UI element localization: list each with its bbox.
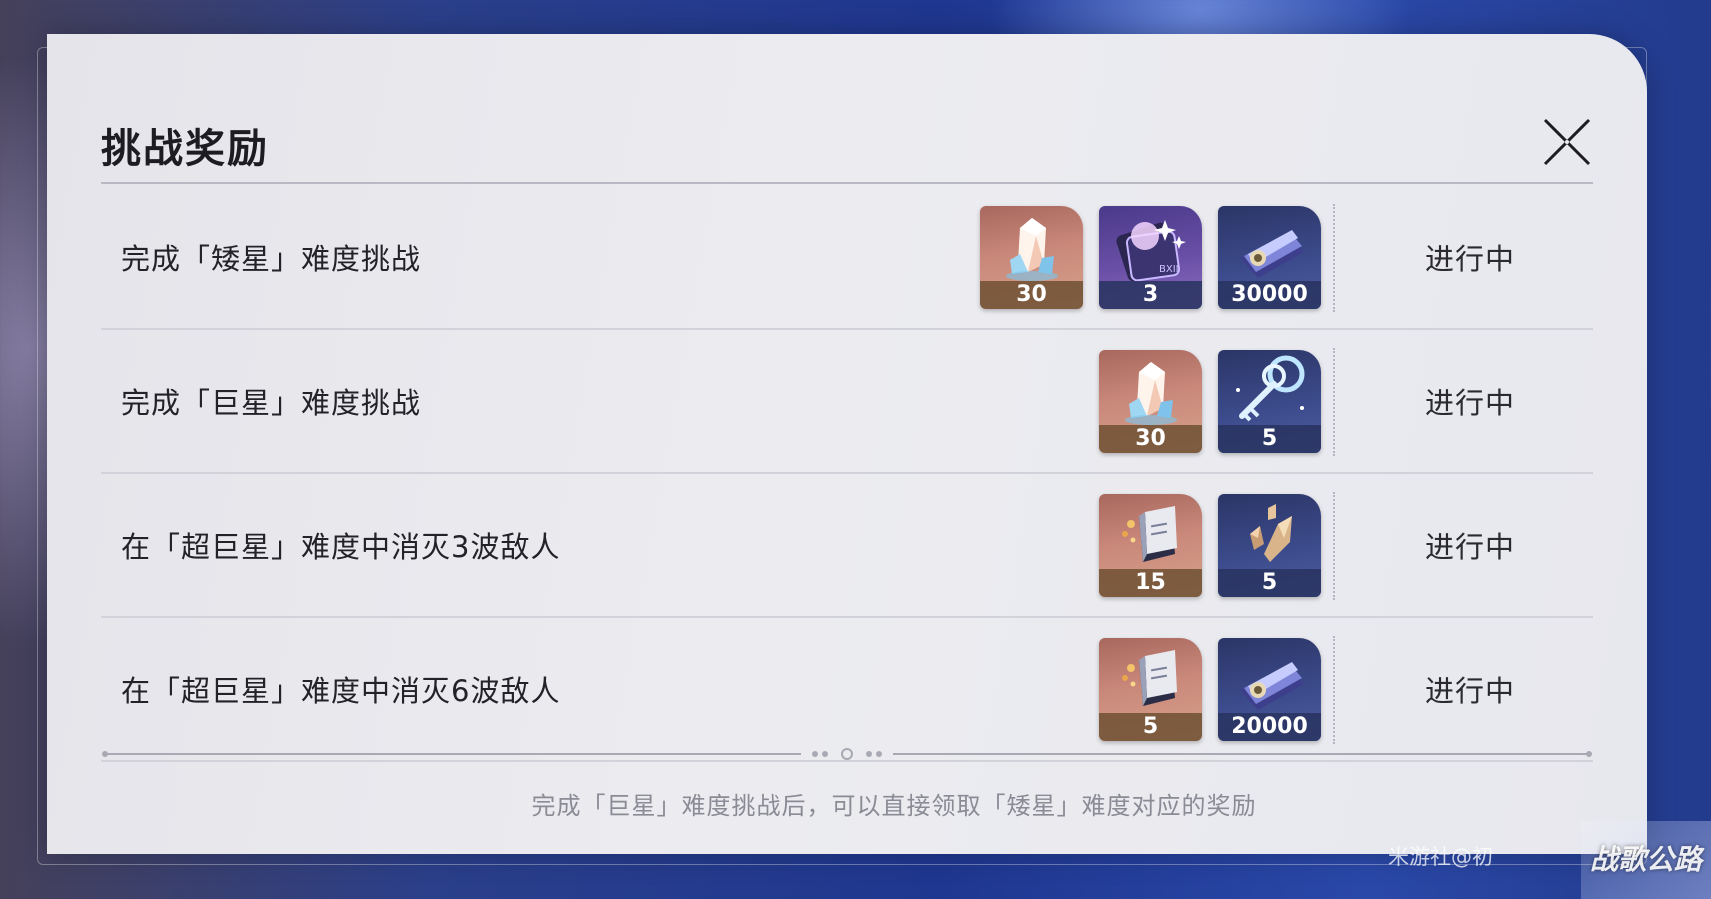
- credit-card-icon: [1240, 230, 1304, 278]
- reward-item[interactable]: BXII 3: [1099, 206, 1202, 309]
- reward-quantity: 5: [1218, 569, 1321, 597]
- watermark-text: 米游社@初: [1388, 845, 1493, 869]
- reward-note: 完成「巨星」难度挑战后，可以直接领取「矮星」难度对应的奖励: [531, 792, 1257, 820]
- status-text: 进行中: [1424, 674, 1515, 708]
- reward-item[interactable]: 30: [1099, 350, 1202, 453]
- challenge-row: 在「超巨星」难度中消灭6波敌人 20000 5 进行中: [101, 618, 1593, 762]
- starlight-pass-icon: BXII: [1116, 220, 1186, 282]
- reward-quantity: 5: [1099, 713, 1202, 741]
- manual-book-icon: [1122, 506, 1177, 562]
- reward-item[interactable]: 5: [1218, 350, 1321, 453]
- challenge-row: 完成「矮星」难度挑战 30000 BXII 3 30 进行中: [101, 186, 1593, 330]
- reward-item[interactable]: 30: [980, 206, 1083, 309]
- row-separator: [1333, 636, 1335, 744]
- reward-items: 30000 BXII 3 30: [980, 206, 1321, 310]
- corner-logo: 战歌公路: [1581, 821, 1711, 899]
- reward-item[interactable]: 15: [1099, 494, 1202, 597]
- challenge-label: 在「超巨星」难度中消灭3波敌人: [121, 530, 561, 564]
- row-separator: [1333, 492, 1335, 600]
- dialog-title: 挑战奖励: [101, 126, 269, 172]
- credit-card-icon: [1240, 662, 1304, 710]
- dialog-header: 挑战奖励: [101, 84, 1593, 184]
- challenge-label: 在「超巨星」难度中消灭6波敌人: [121, 674, 561, 708]
- reward-items: 20000 5: [1099, 638, 1321, 742]
- challenge-rewards-dialog: 挑战奖励 完成「矮星」难度挑战 30000 BXII 3 30 进行中 完成「巨星」难…: [47, 34, 1647, 854]
- reward-quantity: 20000: [1218, 713, 1321, 741]
- reward-quantity: 3: [1099, 281, 1202, 309]
- status-text: 进行中: [1424, 242, 1515, 276]
- bottom-divider-ornament: [102, 748, 1592, 760]
- close-button[interactable]: [1541, 116, 1593, 168]
- reward-item[interactable]: 5: [1099, 638, 1202, 741]
- reward-quantity: 15: [1099, 569, 1202, 597]
- status-text: 进行中: [1424, 530, 1515, 564]
- reward-item[interactable]: 20000: [1218, 638, 1321, 741]
- reward-item[interactable]: 30000: [1218, 206, 1321, 309]
- reward-quantity: 30: [1099, 425, 1202, 453]
- challenge-label: 完成「巨星」难度挑战: [121, 386, 422, 420]
- challenge-label: 完成「矮星」难度挑战: [121, 242, 422, 276]
- manual-book-icon: [1122, 650, 1177, 706]
- reward-items: 5 15: [1099, 494, 1321, 598]
- crystal-icon: [1125, 362, 1177, 425]
- close-icon: [1543, 118, 1591, 166]
- row-separator: [1333, 348, 1335, 456]
- reward-items: 5 30: [1099, 350, 1321, 454]
- reward-quantity: 5: [1218, 425, 1321, 453]
- reward-item[interactable]: 5: [1218, 494, 1321, 597]
- challenge-row: 完成「巨星」难度挑战 5 30 进行中: [101, 330, 1593, 474]
- key-icon: [1236, 355, 1305, 422]
- crystal-shards-icon: [1250, 504, 1292, 562]
- crystal-icon: [1006, 218, 1058, 281]
- challenge-row: 在「超巨星」难度中消灭3波敌人 5 15 进行中: [101, 474, 1593, 618]
- row-separator: [1333, 204, 1335, 312]
- reward-quantity: 30: [980, 281, 1083, 309]
- reward-quantity: 30000: [1218, 281, 1321, 309]
- svg-text:BXII: BXII: [1159, 264, 1179, 275]
- status-text: 进行中: [1424, 386, 1515, 420]
